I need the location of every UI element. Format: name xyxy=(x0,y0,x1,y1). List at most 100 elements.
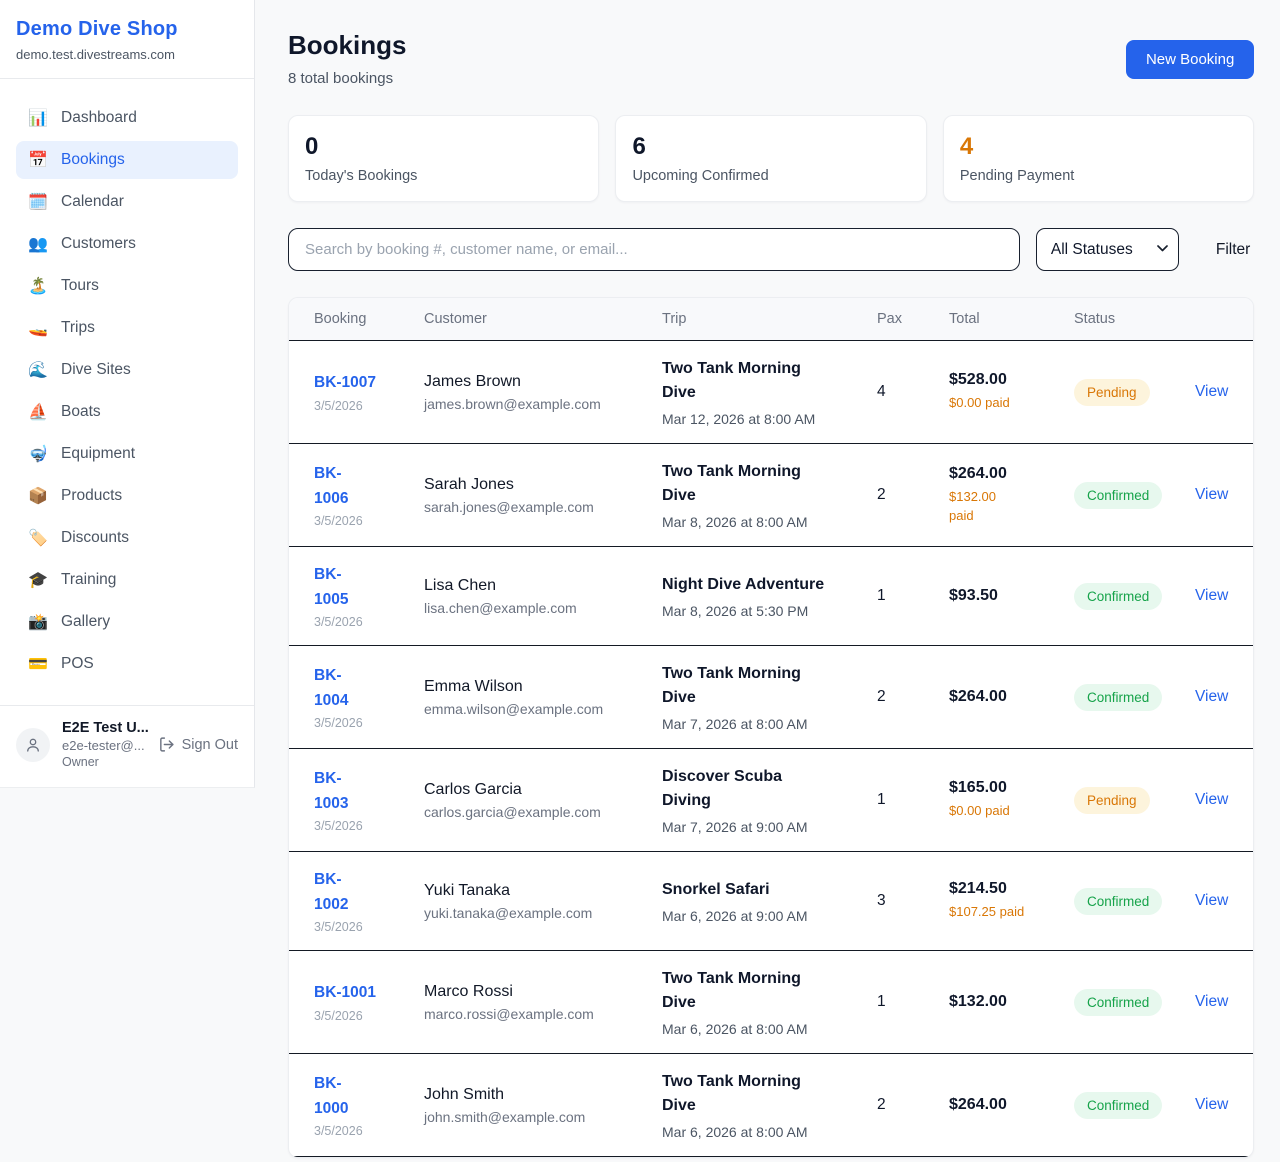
customer-name: Yuki Tanaka xyxy=(424,882,662,900)
trip-name: Two Tank Morning Dive xyxy=(662,967,877,1015)
view-link[interactable]: View xyxy=(1195,688,1228,705)
sidebar-item[interactable]: ⛵ Boats xyxy=(16,393,238,431)
sidebar-item[interactable]: 🏝️ Tours xyxy=(16,267,238,305)
sidebar-item[interactable]: 📅 Bookings xyxy=(16,141,238,179)
pax-value: 2 xyxy=(877,688,949,706)
sidebar-item[interactable]: 🎓 Training xyxy=(16,561,238,599)
stat-card: 0 Today's Bookings xyxy=(288,115,599,202)
total-amount: $132.00 xyxy=(949,993,1074,1011)
sidebar-item[interactable]: 🤿 Equipment xyxy=(16,435,238,473)
view-link[interactable]: View xyxy=(1195,587,1228,604)
sidebar-item[interactable]: 🌊 Dive Sites xyxy=(16,351,238,389)
customer-email: james.brown@example.com xyxy=(424,396,662,412)
sidebar-nav: 📊 Dashboard 📅 Bookings 🗓️ Calendar 👥 Cus… xyxy=(0,79,254,697)
actions-cell: View xyxy=(1195,791,1228,809)
pax-value: 4 xyxy=(877,383,949,401)
stat-card: 6 Upcoming Confirmed xyxy=(615,115,926,202)
trip-cell: Two Tank Morning Dive Mar 12, 2026 at 8:… xyxy=(662,357,877,427)
total-amount: $93.50 xyxy=(949,587,1074,605)
total-cell: $264.00 xyxy=(949,1096,1074,1114)
booking-id-link[interactable]: BK- 1004 xyxy=(314,664,424,712)
booking-cell: BK- 1005 3/5/2026 xyxy=(314,563,424,628)
booking-row: BK-1001 3/5/2026 Marco Rossi marco.rossi… xyxy=(289,951,1253,1054)
sidebar-item[interactable]: 👥 Customers xyxy=(16,225,238,263)
nav-item-icon: 📊 xyxy=(28,108,48,128)
booking-id-link[interactable]: BK-1007 xyxy=(314,371,424,395)
trip-cell: Night Dive Adventure Mar 8, 2026 at 5:30… xyxy=(662,573,877,619)
customer-cell: Yuki Tanaka yuki.tanaka@example.com xyxy=(424,882,662,921)
trip-name: Two Tank Morning Dive xyxy=(662,662,877,710)
stat-value: 0 xyxy=(305,133,582,161)
view-link[interactable]: View xyxy=(1195,486,1228,503)
booking-date: 3/5/2026 xyxy=(314,514,424,528)
new-booking-button[interactable]: New Booking xyxy=(1126,40,1254,79)
status-filter-select[interactable]: All Statuses xyxy=(1036,228,1179,271)
paid-amount: $0.00 paid xyxy=(949,802,1074,821)
pax-value: 1 xyxy=(877,791,949,809)
sidebar-item[interactable]: 📊 Dashboard xyxy=(16,99,238,137)
stat-label: Pending Payment xyxy=(960,168,1237,184)
stat-label: Today's Bookings xyxy=(305,168,582,184)
sidebar-item[interactable]: 🏷️ Discounts xyxy=(16,519,238,557)
view-link[interactable]: View xyxy=(1195,383,1228,400)
column-header-total: Total xyxy=(949,311,1074,327)
booking-date: 3/5/2026 xyxy=(314,1009,424,1023)
sign-out-label: Sign Out xyxy=(182,737,238,753)
view-link[interactable]: View xyxy=(1195,993,1228,1010)
trip-datetime: Mar 6, 2026 at 8:00 AM xyxy=(662,1021,877,1037)
sidebar: Demo Dive Shop demo.test.divestreams.com… xyxy=(0,0,255,788)
pax-value: 1 xyxy=(877,587,949,605)
sidebar-item[interactable]: 🚤 Trips xyxy=(16,309,238,347)
booking-cell: BK- 1004 3/5/2026 xyxy=(314,664,424,729)
status-cell: Confirmed xyxy=(1074,583,1195,610)
booking-date: 3/5/2026 xyxy=(314,615,424,629)
nav-item-icon: 🌊 xyxy=(28,360,48,380)
stat-cards: 0 Today's Bookings 6 Upcoming Confirmed … xyxy=(288,115,1254,202)
sidebar-item[interactable]: 📸 Gallery xyxy=(16,603,238,641)
trip-cell: Snorkel Safari Mar 6, 2026 at 9:00 AM xyxy=(662,878,877,924)
brand-block: Demo Dive Shop demo.test.divestreams.com xyxy=(0,0,254,79)
sidebar-item[interactable]: 🗓️ Calendar xyxy=(16,183,238,221)
filter-row: All Statuses Filter xyxy=(288,228,1254,271)
nav-item-icon: 🎓 xyxy=(28,570,48,590)
stat-value: 6 xyxy=(632,133,909,161)
nav-item-icon: 🚤 xyxy=(28,318,48,338)
user-section: E2E Test U... e2e-tester@... Owner Sign … xyxy=(0,705,254,787)
booking-id-link[interactable]: BK- 1003 xyxy=(314,767,424,815)
booking-id-link[interactable]: BK- 1000 xyxy=(314,1072,424,1120)
status-badge: Confirmed xyxy=(1074,989,1162,1016)
booking-cell: BK-1007 3/5/2026 xyxy=(314,371,424,412)
status-cell: Confirmed xyxy=(1074,482,1195,509)
sidebar-item-label: Customers xyxy=(61,235,136,253)
nav-item-icon: 🏷️ xyxy=(28,528,48,548)
booking-id-link[interactable]: BK- 1005 xyxy=(314,563,424,611)
booking-id-link[interactable]: BK- 1006 xyxy=(314,462,424,510)
bookings-table: Booking Customer Trip Pax Total Status B… xyxy=(288,297,1254,1158)
booking-date: 3/5/2026 xyxy=(314,716,424,730)
trip-name: Discover Scuba Diving xyxy=(662,765,877,813)
nav-item-icon: 🤿 xyxy=(28,444,48,464)
status-cell: Confirmed xyxy=(1074,888,1195,915)
booking-cell: BK- 1006 3/5/2026 xyxy=(314,462,424,527)
view-link[interactable]: View xyxy=(1195,791,1228,808)
sign-out-button[interactable]: Sign Out xyxy=(158,736,238,753)
table-header-row: Booking Customer Trip Pax Total Status xyxy=(289,298,1253,341)
pax-value: 1 xyxy=(877,993,949,1011)
sidebar-item[interactable]: 📦 Products xyxy=(16,477,238,515)
sidebar-item[interactable]: 💳 POS xyxy=(16,645,238,683)
booking-id-link[interactable]: BK- 1002 xyxy=(314,868,424,916)
nav-item-icon: 👥 xyxy=(28,234,48,254)
booking-id-link[interactable]: BK-1001 xyxy=(314,981,424,1005)
trip-cell: Discover Scuba Diving Mar 7, 2026 at 9:0… xyxy=(662,765,877,835)
filter-button[interactable]: Filter xyxy=(1212,237,1254,263)
status-badge: Pending xyxy=(1074,787,1150,814)
sidebar-item-label: Trips xyxy=(61,319,95,337)
nav-item-icon: 📅 xyxy=(28,150,48,170)
booking-row: BK- 1000 3/5/2026 John Smith john.smith@… xyxy=(289,1054,1253,1157)
customer-name: Emma Wilson xyxy=(424,678,662,696)
search-input[interactable] xyxy=(288,228,1020,271)
view-link[interactable]: View xyxy=(1195,892,1228,909)
actions-cell: View xyxy=(1195,383,1228,401)
view-link[interactable]: View xyxy=(1195,1096,1228,1113)
column-header-status: Status xyxy=(1074,311,1195,327)
